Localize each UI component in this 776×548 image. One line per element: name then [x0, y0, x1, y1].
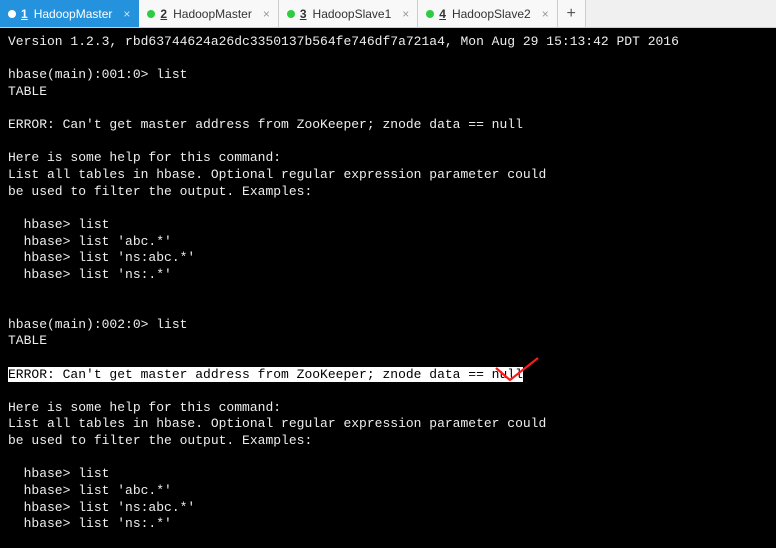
- close-icon[interactable]: ×: [402, 7, 409, 21]
- status-dot-icon: [426, 10, 434, 18]
- example-line: hbase> list: [8, 466, 109, 481]
- status-dot-icon: [287, 10, 295, 18]
- status-dot-icon: [8, 10, 16, 18]
- error-line: ERROR: Can't get master address from Zoo…: [8, 117, 523, 132]
- close-icon[interactable]: ×: [263, 7, 270, 21]
- tab-number: 3: [300, 7, 307, 21]
- table-label: TABLE: [8, 84, 47, 99]
- error-line-highlighted: ERROR: Can't get master address from Zoo…: [8, 367, 523, 382]
- plus-icon: +: [566, 5, 576, 23]
- tab-bar: 1 HadoopMaster × 2 HadoopMaster × 3 Hado…: [0, 0, 776, 28]
- prompt-line: hbase(main):001:0> list: [8, 67, 187, 82]
- example-line: hbase> list 'abc.*': [8, 483, 172, 498]
- desc-line: be used to filter the output. Examples:: [8, 433, 312, 448]
- tab-number: 2: [160, 7, 167, 21]
- desc-line: List all tables in hbase. Optional regul…: [8, 416, 546, 431]
- tab-number: 4: [439, 7, 446, 21]
- tab-hadoopmaster-1[interactable]: 1 HadoopMaster ×: [0, 0, 139, 27]
- tab-label: HadoopMaster: [173, 7, 252, 21]
- tab-hadoopmaster-2[interactable]: 2 HadoopMaster ×: [139, 0, 278, 27]
- example-line: hbase> list: [8, 217, 109, 232]
- tab-hadoopslave1[interactable]: 3 HadoopSlave1 ×: [279, 0, 418, 27]
- close-icon[interactable]: ×: [542, 7, 549, 21]
- help-line: Here is some help for this command:: [8, 150, 281, 165]
- table-label: TABLE: [8, 333, 47, 348]
- terminal-output[interactable]: Version 1.2.3, rbd63744624a26dc3350137b5…: [0, 28, 776, 548]
- example-line: hbase> list 'ns:.*': [8, 516, 172, 531]
- help-line: Here is some help for this command:: [8, 400, 281, 415]
- version-line: Version 1.2.3, rbd63744624a26dc3350137b5…: [8, 34, 679, 49]
- desc-line: be used to filter the output. Examples:: [8, 184, 312, 199]
- example-line: hbase> list 'ns:abc.*': [8, 250, 195, 265]
- tab-hadoopslave2[interactable]: 4 HadoopSlave2 ×: [418, 0, 557, 27]
- example-line: hbase> list 'ns:.*': [8, 267, 172, 282]
- example-line: hbase> list 'ns:abc.*': [8, 500, 195, 515]
- tab-label: HadoopSlave1: [313, 7, 392, 21]
- status-dot-icon: [147, 10, 155, 18]
- tab-number: 1: [21, 7, 28, 21]
- tab-label: HadoopMaster: [34, 7, 113, 21]
- prompt-line: hbase(main):002:0> list: [8, 317, 187, 332]
- tab-label: HadoopSlave2: [452, 7, 531, 21]
- example-line: hbase> list 'abc.*': [8, 234, 172, 249]
- close-icon[interactable]: ×: [123, 7, 130, 21]
- desc-line: List all tables in hbase. Optional regul…: [8, 167, 546, 182]
- new-tab-button[interactable]: +: [558, 0, 586, 27]
